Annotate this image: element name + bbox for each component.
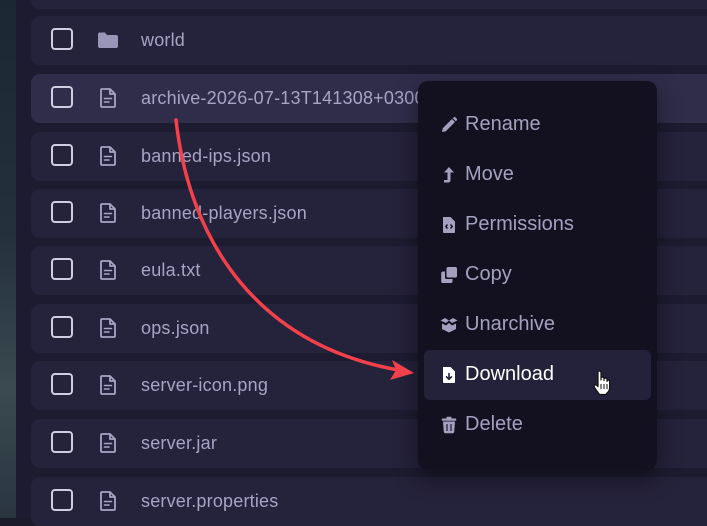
file-row-world[interactable]: world bbox=[31, 16, 707, 65]
file-name: eula.txt bbox=[141, 260, 201, 280]
menu-item-label: Copy bbox=[465, 263, 512, 285]
file-icon bbox=[100, 491, 116, 511]
copy-icon bbox=[441, 267, 457, 283]
file-download-icon bbox=[443, 367, 455, 383]
file-icon bbox=[100, 88, 116, 108]
file-name: ops.json bbox=[141, 318, 210, 338]
menu-item-delete[interactable]: Delete bbox=[424, 400, 651, 450]
menu-item-label: Unarchive bbox=[465, 313, 556, 335]
row-checkbox[interactable] bbox=[51, 28, 73, 50]
folder-icon bbox=[98, 32, 118, 48]
file-code-icon bbox=[443, 217, 455, 233]
file-icon bbox=[100, 433, 116, 453]
file-row-server-properties[interactable]: server.properties bbox=[31, 477, 707, 526]
trash-icon bbox=[441, 416, 457, 434]
menu-item-move[interactable]: Move bbox=[424, 150, 651, 200]
pencil-icon bbox=[442, 116, 458, 132]
menu-item-label: Permissions bbox=[465, 213, 574, 235]
row-checkbox[interactable] bbox=[51, 431, 73, 453]
hand-pointer-cursor-icon bbox=[593, 370, 611, 396]
file-icon bbox=[100, 260, 116, 280]
file-icon bbox=[100, 203, 116, 223]
file-name: banned-ips.json bbox=[141, 146, 272, 166]
menu-item-rename[interactable]: Rename bbox=[424, 100, 651, 150]
file-icon bbox=[100, 146, 116, 166]
file-icon bbox=[100, 375, 116, 395]
file-name: server.jar bbox=[141, 433, 218, 453]
menu-item-unarchive[interactable]: Unarchive bbox=[424, 300, 651, 350]
file-name: world bbox=[141, 30, 186, 50]
row-checkbox[interactable] bbox=[51, 258, 73, 280]
file-icon bbox=[100, 318, 116, 338]
file-name: server.properties bbox=[141, 491, 279, 511]
row-checkbox[interactable] bbox=[51, 489, 73, 511]
row-checkbox[interactable] bbox=[51, 201, 73, 223]
row-checkbox[interactable] bbox=[51, 373, 73, 395]
file-row-partial[interactable] bbox=[31, 0, 707, 9]
file-name: server-icon.png bbox=[141, 375, 269, 395]
row-checkbox[interactable] bbox=[51, 144, 73, 166]
row-checkbox[interactable] bbox=[51, 316, 73, 338]
menu-item-label: Move bbox=[465, 163, 514, 185]
menu-item-label: Delete bbox=[465, 413, 523, 435]
file-name: banned-players.json bbox=[141, 203, 307, 223]
menu-item-copy[interactable]: Copy bbox=[424, 250, 651, 300]
row-checkbox[interactable] bbox=[51, 86, 73, 108]
menu-item-download[interactable]: Download bbox=[424, 350, 651, 400]
box-open-icon bbox=[440, 318, 458, 333]
file-context-menu: Rename Move Permissions Copy Unarchive D… bbox=[418, 81, 657, 470]
menu-item-label: Download bbox=[465, 363, 554, 385]
menu-item-permissions[interactable]: Permissions bbox=[424, 200, 651, 250]
background-wallpaper-strip bbox=[0, 0, 16, 518]
menu-item-label: Rename bbox=[465, 113, 541, 135]
level-up-arrow-icon bbox=[444, 167, 454, 183]
